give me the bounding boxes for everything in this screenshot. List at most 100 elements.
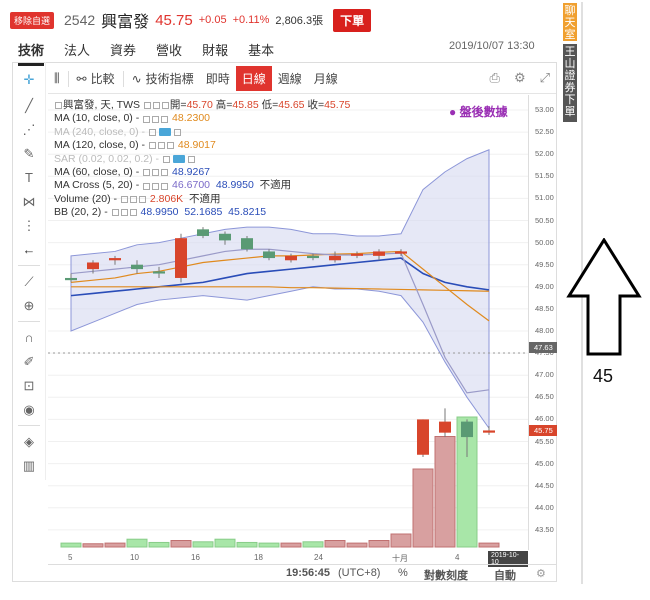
legend-ma10[interactable]: MA (10, close, 0) - 48.2300 [54,112,350,125]
price-tick: 45.00 [535,458,554,468]
time-tick: 10 [130,553,139,562]
candle-body [153,271,165,274]
price-axis[interactable]: 53.00 52.50 52.00 51.50 51.00 50.50 50.00 49.50… [528,95,557,550]
stock-name: 興富發 [101,14,150,31]
legend-box [162,155,170,163]
interval-weekly[interactable]: 週線 [272,66,308,91]
legend-box [166,142,174,150]
log-scale-toggle[interactable]: 對數刻度 [424,567,468,583]
volume-bar [104,542,126,548]
legend-box [129,195,137,203]
gear-icon[interactable]: ⚙ [514,70,526,86]
legend-sar[interactable]: SAR (0.02, 0.02, 0.2) - [54,153,350,166]
toolbar-divider [67,70,69,87]
ruler-icon[interactable]: ⟋ [21,274,37,290]
candle-body [439,421,451,433]
price-tick: 51.00 [535,193,554,203]
price-tick: 47.00 [535,370,554,380]
candle-body [109,258,121,261]
remove-watchlist-button[interactable]: 移除自選 [10,11,55,29]
legend-box [120,209,128,217]
zoom-in-icon[interactable]: ⊕ [21,298,37,314]
legend-box [143,102,151,110]
legend-box [138,195,146,203]
chatroom-button[interactable]: 聊天室 [563,3,577,41]
candle-body [197,229,209,236]
interval-daily[interactable]: 日線 [235,66,272,91]
eye-icon[interactable] [158,128,171,137]
fib-tool-icon[interactable]: ⋰ [21,122,37,138]
text-tool-icon[interactable]: T [21,170,37,186]
place-order-button[interactable]: 下單 [333,8,372,32]
lock-drawing-icon[interactable]: ✐ [21,354,37,370]
legend-value: 48.2300 [172,112,211,125]
after-hours-link[interactable]: ● 盤後數據 [449,103,508,120]
legend-ma240[interactable]: MA (240, close, 0) - [54,126,350,139]
price-tick: 52.00 [535,149,554,159]
price-tick: 53.00 [535,105,554,114]
settings-gear-icon[interactable]: ⚙ [536,567,546,580]
time-tick: 十月 [392,554,408,563]
interval-monthly[interactable]: 月線 [308,66,344,91]
price-tick: 50.00 [535,237,554,247]
legend-box [148,142,156,150]
auto-scale-toggle[interactable]: 自動 [494,567,516,583]
timezone[interactable]: (UTC+8) [338,567,380,579]
legend-volume[interactable]: Volume (20) - 2.806K 不適用 [54,193,350,206]
legend-extra: 不適用 [259,179,292,192]
legend-box [161,115,169,123]
indicators-button[interactable]: ∿ 技術指標 [126,66,200,91]
compare-button[interactable]: ⚯ 比較 [71,66,121,91]
legend-ma120[interactable]: MA (120, close, 0) - 48.9017 [54,139,350,152]
up-arrow-annotation [566,238,642,356]
camera-icon[interactable]: ⎙ [490,70,500,86]
magnet-icon[interactable]: ∩ [21,330,37,346]
prediction-icon[interactable]: ⋮ [21,218,37,234]
price-tick: 49.50 [535,259,554,269]
eye-icon[interactable] [172,155,185,164]
trash-icon[interactable]: ▥ [21,458,37,474]
indicators-label: 技術指標 [145,72,194,86]
volume-bar [236,541,258,548]
legend-ma-cross[interactable]: MA Cross (5, 20) - 46.6700 48.9950 不適用 [54,179,350,192]
brush-icon[interactable]: ✎ [21,146,37,162]
legend-box [152,169,160,177]
compare-icon: ⚯ [76,71,87,86]
time-axis[interactable]: 5 10 16 18 24 十月 4 2019-10-10 [48,550,528,567]
broker-order-button[interactable]: 王山證券下單 [563,44,577,122]
compare-label: 比較 [90,72,115,86]
candle-body [263,251,275,259]
legend-box [148,128,156,136]
candle-body [483,430,495,433]
legend-ma60[interactable]: MA (60, close, 0) - 48.9267 [54,166,350,179]
unlock-icon[interactable]: ⊡ [21,378,37,394]
legend-value-3: 45.8215 [228,206,267,219]
back-arrow-icon[interactable]: ← [21,242,37,258]
trend-line-icon[interactable]: ╱ [21,98,37,114]
candle-body [241,238,253,250]
legend-value: 48.9267 [172,165,211,178]
legend-title: 興富發, 天, TWS [63,99,140,111]
pattern-icon[interactable]: ⋈ [21,194,37,210]
price-tick: 44.00 [535,502,554,512]
percent-scale-toggle[interactable]: % [398,567,408,579]
candle-body [461,421,473,438]
candle-type-button[interactable]: ⫼ [48,67,66,90]
time-tick: 24 [314,553,323,562]
price-tick: 43.50 [535,524,554,534]
volume-bar [346,542,368,548]
volume-bar [170,540,192,548]
price-change: +0.05 [198,14,227,26]
time-tick: 16 [191,553,200,562]
crosshair-icon[interactable]: ✛ [21,72,37,88]
volume-bar [324,540,346,548]
chart-status-bar: 19:56:45 (UTC+8) % 對數刻度 自動 ⚙ [48,564,556,583]
interval-intraday[interactable]: 即時 [200,66,236,91]
candle-body [351,253,363,256]
eye-icon[interactable]: ◉ [21,402,37,418]
layers-icon[interactable]: ◈ [21,434,37,450]
fullscreen-icon[interactable]: ⤢ [540,70,550,86]
legend-bb[interactable]: BB (20, 2) - 48.9950 52.1685 45.8215 [54,206,350,219]
legend-value: 48.9950 [140,206,179,219]
legend-box [157,142,165,150]
